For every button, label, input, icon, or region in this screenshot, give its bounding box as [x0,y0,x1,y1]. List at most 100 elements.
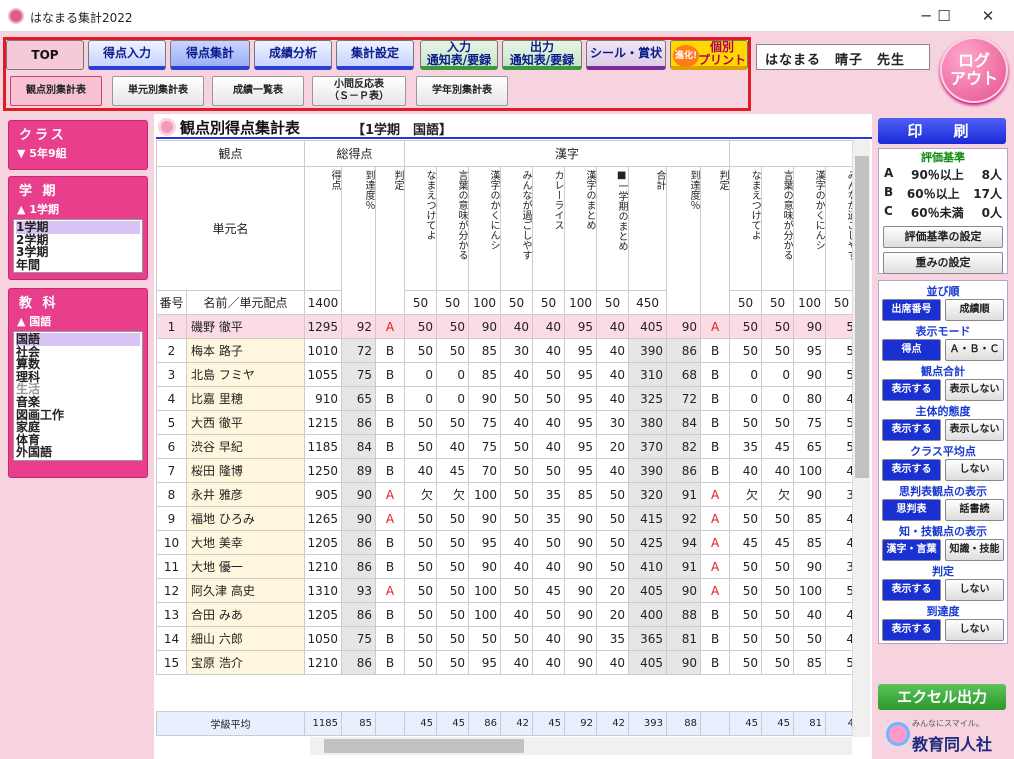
score-table[interactable]: 観点 総得点 漢字 単元名 得点 到達度％ 判定 なまえつけてよ 言葉の意味が分かる 漢字のかくに… [156,140,852,737]
subtab-0[interactable]: 観点別集計表 [10,76,102,106]
unit-score: 50 [500,458,534,483]
excel-export-button[interactable]: エクセル出力 [878,684,1006,710]
unit-score: 95 [564,362,598,387]
unit-score: 90 [564,530,598,555]
subtab-1[interactable]: 単元別集計表 [112,76,204,106]
tab-1[interactable]: 得点入力 [88,40,166,70]
table-row[interactable]: 9 福地 ひろみ 1265 90 A 50 50 90 50 35 90 50 415 92 A 50 50 85… [156,506,852,531]
close-button[interactable]: ✕ [968,4,1008,28]
tab-5[interactable]: 入力 通知表/要録 [420,40,498,70]
sort-number-button[interactable]: 出席番号 [882,299,941,321]
judge-hide-button[interactable]: しない [945,579,1004,601]
kanji-judgement: B [700,650,731,675]
unit-max: 100 [468,290,502,315]
unit-score: 45 [761,434,795,459]
rate-hide-button[interactable]: しない [945,619,1004,641]
table-row[interactable]: 11 大地 優一 1210 86 B 50 50 90 40 40 90 50 410 91 A 50 50 90… [156,554,852,579]
vertical-scrollbar[interactable] [852,140,870,737]
sum-hide-button[interactable]: 表示しない [945,379,1004,401]
header-unit-name: 漢字のかくにんシ [468,166,502,291]
know-b-button[interactable]: 知識・技能 [945,539,1004,561]
student-name: 大地 優一 [185,554,306,579]
judgement: B [375,410,406,435]
mode-score-button[interactable]: 得点 [882,339,941,361]
table-row[interactable]: 2梅本 路子101072B5050853040954039086B5050955 [156,338,852,363]
table-row[interactable]: 4比嘉 里穂91065B00905050954032572B00804 [156,386,852,411]
term-item[interactable]: 1学期 [16,221,140,234]
header-name: 名前／単元配点 [185,290,306,315]
average-show-button[interactable]: 表示する [882,459,941,481]
unit-score: 40 [500,362,534,387]
rate-show-button[interactable]: 表示する [882,619,941,641]
unit-score: 50 [436,650,470,675]
sort-score-button[interactable]: 成績順 [945,299,1004,321]
mode-abc-button[interactable]: Ａ・Ｂ・Ｃ [945,339,1004,361]
table-row[interactable]: 1磯野 徹平129592A5050904040954040590A5050905 [156,314,852,339]
achievement-rate: 90 [341,506,377,531]
average-unit: 81 [793,711,826,736]
judgement: A [375,314,406,339]
unit-score: 50 [404,338,438,363]
term-item[interactable]: 年間 [16,259,140,272]
subject-selected: ▲ 国語 [17,315,52,328]
horizontal-scrollbar[interactable] [310,737,852,755]
criteria-settings-button[interactable]: 評価基準の設定 [883,226,1003,248]
logout-button[interactable]: ログ アウト [940,37,1008,103]
table-row[interactable]: 12 阿久津 高史 1310 93 A 50 50 100 50 45 90 20 405 90 A 50 50… [156,578,852,603]
subtab-2[interactable]: 成績一覧表 [212,76,304,106]
print-button[interactable]: 印 刷 [878,118,1006,144]
table-row[interactable]: 7 桜田 隆博 1250 89 B 40 45 70 50 50 95 40 390 86 B 40 40 100… [156,458,852,483]
weight-settings-button[interactable]: 重みの設定 [883,252,1003,274]
table-row[interactable]: 13 合田 みあ 1205 86 B 50 50 100 40 50 90 20 400 88 B 50 50 4… [156,602,852,627]
subtab-4[interactable]: 学年別集計表 [416,76,508,106]
attitude-show-button[interactable]: 表示する [882,419,941,441]
maximize-button[interactable]: ☐ [924,4,964,28]
table-row[interactable]: 3北島 フミヤ105575B00854050954031068B00905 [156,362,852,387]
achievement-rate: 89 [341,458,377,483]
unit-score: 50 [729,602,763,627]
table-row[interactable]: 6渋谷 早紀118584B5040755040952037082B3545655 [156,434,852,459]
row-number: 8 [156,482,187,507]
think-a-button[interactable]: 思判表 [882,499,941,521]
term-item[interactable]: 3学期 [16,246,140,259]
tab-4[interactable]: 集計設定 [336,40,414,70]
table-row[interactable]: 8永井 雅彦90590A欠欠1005035855032091A欠欠903 [156,482,852,507]
subtab-3[interactable]: 小問反応表 （Ｓ－Ｐ表） [312,76,406,106]
tab-6[interactable]: 出力 通知表/要録 [502,40,582,70]
average-score: 1185 [304,711,342,736]
subject-list[interactable]: 国語 社会 算数 理科 生活 音楽 図画工作 家庭 体育 外国語 [13,331,143,461]
think-b-button[interactable]: 話書読 [945,499,1004,521]
total-score: 905 [304,482,343,507]
subject-item[interactable]: 家庭 [16,421,140,434]
tab-3[interactable]: 成績分析 [254,40,332,70]
subject-item[interactable]: 音楽 [16,396,140,409]
kanji-sum: 365 [628,626,668,651]
term-list[interactable]: 1学期 2学期 3学期 年間 [13,219,143,274]
unit-score: 90 [793,362,827,387]
sum-show-button[interactable]: 表示する [882,379,941,401]
subject-item[interactable]: 外国語 [16,446,140,459]
judge-show-button[interactable]: 表示する [882,579,941,601]
unit-score: 75 [468,410,502,435]
tab-7[interactable]: シール・賞状 [586,40,666,70]
class-selector[interactable]: ▼ 5年9組 [9,143,147,163]
attitude-hide-button[interactable]: 表示しない [945,419,1004,441]
know-a-button[interactable]: 漢字・言葉 [882,539,941,561]
table-row[interactable]: 15 宝原 浩介 1210 86 B 50 50 95 40 40 90 40 405 90 B 50 50 85… [156,650,852,675]
app-title: はなまる集計2022 [30,11,133,25]
table-row[interactable]: 10 大地 美幸 1205 86 B 50 50 95 40 50 90 50 425 94 A 45 45 85… [156,530,852,555]
kanji-judgement: A [700,578,731,603]
average-hide-button[interactable]: しない [945,459,1004,481]
unit-score: 75 [793,410,827,435]
table-row[interactable]: 5大西 徹平121586B5050754040953038084B5050755 [156,410,852,435]
subject-item[interactable]: 算数 [16,358,140,371]
unit-score: 100 [468,578,502,603]
table-row[interactable]: 14 細山 六郎 1050 75 B 50 50 50 50 40 90 35 365 81 B 50 50 50… [156,626,852,651]
unit-score: 35 [729,434,763,459]
kanji-judgement: A [700,554,731,579]
tab-2[interactable]: 得点集計 [170,40,250,70]
subject-item[interactable]: 国語 [16,333,140,346]
tab-0[interactable]: TOP [6,40,84,70]
header-kanten: 観点 [156,140,306,167]
tab-8[interactable]: 進化! 個別 プリント [670,40,748,70]
